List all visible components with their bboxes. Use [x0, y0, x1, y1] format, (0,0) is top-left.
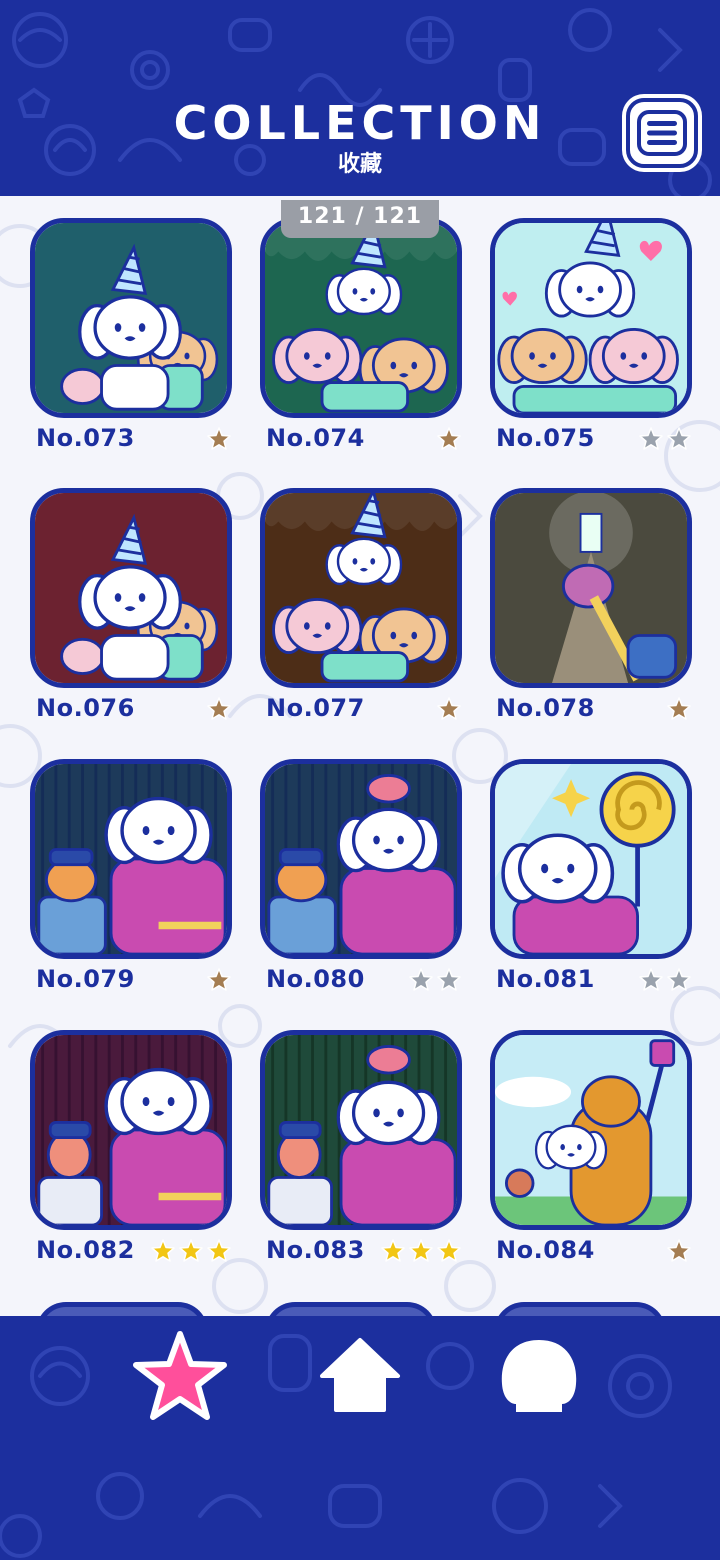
star-rating [436, 426, 462, 452]
card-illustration[interactable] [30, 488, 232, 688]
header-bar: COLLECTION 收藏 [0, 0, 720, 196]
card-number: No.076 [36, 694, 135, 722]
card-illustration[interactable] [490, 488, 692, 688]
scene-police-shiba [35, 764, 227, 954]
star-rating [150, 1238, 232, 1264]
card-illustration[interactable] [260, 759, 462, 959]
card-number: No.084 [496, 1236, 595, 1264]
star-rating [206, 967, 232, 993]
star-rating-icon [409, 968, 433, 991]
scene-lollipop [495, 764, 687, 954]
nav-character-button[interactable] [496, 1332, 582, 1422]
star-rating [436, 696, 462, 722]
scene-bear-selfie [495, 1035, 687, 1225]
card-illustration[interactable] [260, 488, 462, 688]
star-icon [133, 1331, 227, 1420]
scene-police-deer-bird [265, 1035, 457, 1225]
card-number: No.083 [266, 1236, 365, 1264]
star-rating-icon [207, 697, 231, 720]
card-illustration[interactable] [260, 218, 462, 418]
card-number: No.082 [36, 1236, 135, 1264]
star-rating-icon [409, 1239, 433, 1262]
star-rating [666, 696, 692, 722]
scene-escape-tunnel [495, 493, 687, 683]
star-rating-icon [437, 968, 461, 991]
card-illustration[interactable] [260, 1030, 462, 1230]
card-number: No.077 [266, 694, 365, 722]
scene-police-deer [35, 1035, 227, 1225]
star-rating [638, 967, 692, 993]
star-rating [206, 696, 232, 722]
star-rating-icon [667, 427, 691, 450]
page-subtitle: 收藏 [337, 152, 382, 177]
page-title: COLLECTION [173, 96, 547, 150]
star-rating-icon [207, 968, 231, 991]
star-rating [666, 1238, 692, 1264]
star-rating [206, 426, 232, 452]
star-rating [638, 426, 692, 452]
star-rating-icon [179, 1239, 203, 1262]
card-illustration[interactable] [30, 218, 232, 418]
dog-head-icon [501, 1340, 577, 1412]
star-rating-icon [437, 697, 461, 720]
card-illustration[interactable] [30, 759, 232, 959]
star-rating-icon [667, 697, 691, 720]
collection-counter: 121 / 121 [281, 200, 439, 238]
scene-party-hat-hearts [495, 223, 687, 413]
star-rating [380, 1238, 462, 1264]
card-number: No.081 [496, 965, 595, 993]
card-number: No.078 [496, 694, 595, 722]
star-rating-icon [207, 427, 231, 450]
card-number: No.073 [36, 424, 135, 452]
star-rating-icon [667, 968, 691, 991]
star-rating [408, 967, 462, 993]
card-illustration[interactable] [490, 759, 692, 959]
star-rating-icon [381, 1239, 405, 1262]
nav-collection-button[interactable] [130, 1328, 230, 1424]
scene-party-hat-crying-dogs [35, 493, 227, 683]
scene-party-hat-dog-pile [265, 493, 457, 683]
menu-button[interactable] [626, 98, 698, 168]
scene-party-hat-dog-pile [265, 223, 457, 413]
home-icon [320, 1338, 400, 1412]
star-rating-icon [207, 1239, 231, 1262]
star-rating-icon [639, 968, 663, 991]
card-number: No.074 [266, 424, 365, 452]
star-rating-icon [639, 427, 663, 450]
nav-home-button[interactable] [318, 1334, 402, 1416]
card-number: No.075 [496, 424, 595, 452]
star-rating-icon [437, 427, 461, 450]
hamburger-menu-icon [637, 110, 687, 156]
card-illustration[interactable] [30, 1030, 232, 1230]
card-number: No.080 [266, 965, 365, 993]
card-illustration[interactable] [490, 1030, 692, 1230]
scene-police-shiba-bird [265, 764, 457, 954]
card-number: No.079 [36, 965, 135, 993]
star-rating-icon [151, 1239, 175, 1262]
scene-party-hat-crying-dogs [35, 223, 227, 413]
star-rating-icon [437, 1239, 461, 1262]
star-rating-icon [667, 1239, 691, 1262]
bottom-nav-bar [0, 1316, 720, 1560]
card-illustration[interactable] [490, 218, 692, 418]
